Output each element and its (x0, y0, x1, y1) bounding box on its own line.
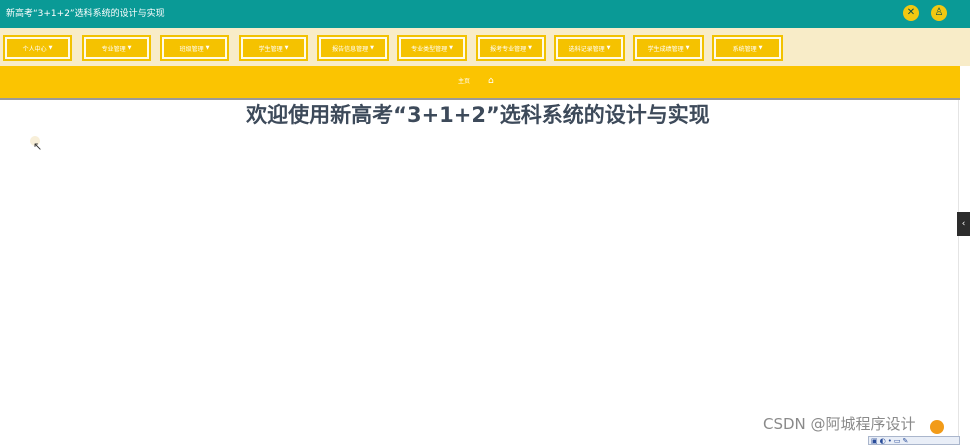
ime-settings-icon[interactable]: ✎ (903, 437, 909, 445)
mouse-cursor-icon: ↖ (33, 140, 43, 153)
ime-icon[interactable]: ▣ (871, 437, 878, 445)
nav-item-label: 个人中心 (22, 45, 47, 53)
page-title: 欢迎使用新高考“3+1+2”选科系统的设计与实现 (246, 103, 710, 127)
nav-item-label: 专业管理 (101, 45, 126, 53)
chevron-left-icon: ‹ (961, 219, 966, 229)
chevron-down-icon: ▼ (284, 45, 289, 51)
nav-item-label: 学生成绩管理 (647, 45, 684, 53)
chevron-down-icon: ▼ (205, 45, 210, 51)
home-icon[interactable]: ⌂ (488, 75, 494, 87)
top-header: 新高考“3+1+2”选科系统的设计与实现 ✕ ♙ (0, 0, 970, 28)
nav-item-label: 专业类型管理 (411, 45, 448, 53)
ime-toolbar[interactable]: ▣ ◐ • ▭ ✎ (868, 436, 960, 445)
ime-keyboard-icon[interactable]: ▭ (894, 437, 901, 445)
nav-item-label: 学生管理 (258, 45, 283, 53)
chevron-down-icon: ▼ (758, 45, 763, 51)
nav-item-report-info-management[interactable]: 报告信息管理 ▼ (317, 35, 389, 61)
nav-item-label: 报告信息管理 (332, 45, 369, 53)
app-title: 新高考“3+1+2”选科系统的设计与实现 (6, 9, 165, 19)
nav-item-major-type-management[interactable]: 专业类型管理 ▼ (397, 35, 467, 61)
chevron-down-icon: ▼ (370, 45, 374, 51)
nav-item-score-management[interactable]: 学生成绩管理 ▼ (633, 35, 704, 61)
nav-item-label: 选科记录管理 (568, 45, 605, 53)
chevron-down-icon: ▼ (48, 45, 53, 51)
chevron-down-icon: ▼ (127, 45, 132, 51)
nav-item-applied-major-management[interactable]: 报考专业管理 ▼ (476, 35, 546, 61)
chevron-down-icon: ▼ (685, 45, 690, 51)
breadcrumb: 主页 ⌂ (0, 66, 960, 100)
floating-action-button[interactable] (930, 420, 944, 434)
nav-item-student-management[interactable]: 学生管理 ▼ (239, 35, 308, 61)
side-panel-toggle[interactable]: ‹ (957, 212, 970, 236)
nav-item-system-management[interactable]: 系统管理 ▼ (712, 35, 783, 61)
close-circle-icon[interactable]: ✕ (903, 5, 919, 21)
chevron-down-icon: ▼ (606, 45, 611, 51)
nav-item-subject-record-management[interactable]: 选科记录管理 ▼ (554, 35, 625, 61)
nav-item-label: 班级管理 (179, 45, 204, 53)
nav-item-major-management[interactable]: 专业管理 ▼ (82, 35, 151, 61)
nav-item-label: 系统管理 (732, 45, 757, 53)
ime-mode-icon[interactable]: ◐ (880, 437, 886, 445)
watermark: CSDN @阿城程序设计 (763, 415, 916, 433)
ime-punctuation-icon[interactable]: • (888, 437, 892, 445)
chevron-down-icon: ▼ (449, 45, 453, 51)
nav-item-label: 报考专业管理 (490, 45, 527, 53)
chevron-down-icon: ▼ (528, 45, 532, 51)
nav-item-class-management[interactable]: 班级管理 ▼ (160, 35, 229, 61)
user-icon[interactable]: ♙ (931, 5, 947, 21)
main-nav: 个人中心 ▼ 专业管理 ▼ 班级管理 ▼ 学生管理 ▼ 报告信息管理 ▼ 专业类型管理 ▼ … (0, 28, 970, 66)
scrollbar-track (958, 100, 959, 445)
breadcrumb-home-link[interactable]: 主页 (458, 77, 470, 87)
nav-item-personal-center[interactable]: 个人中心 ▼ (3, 35, 72, 61)
